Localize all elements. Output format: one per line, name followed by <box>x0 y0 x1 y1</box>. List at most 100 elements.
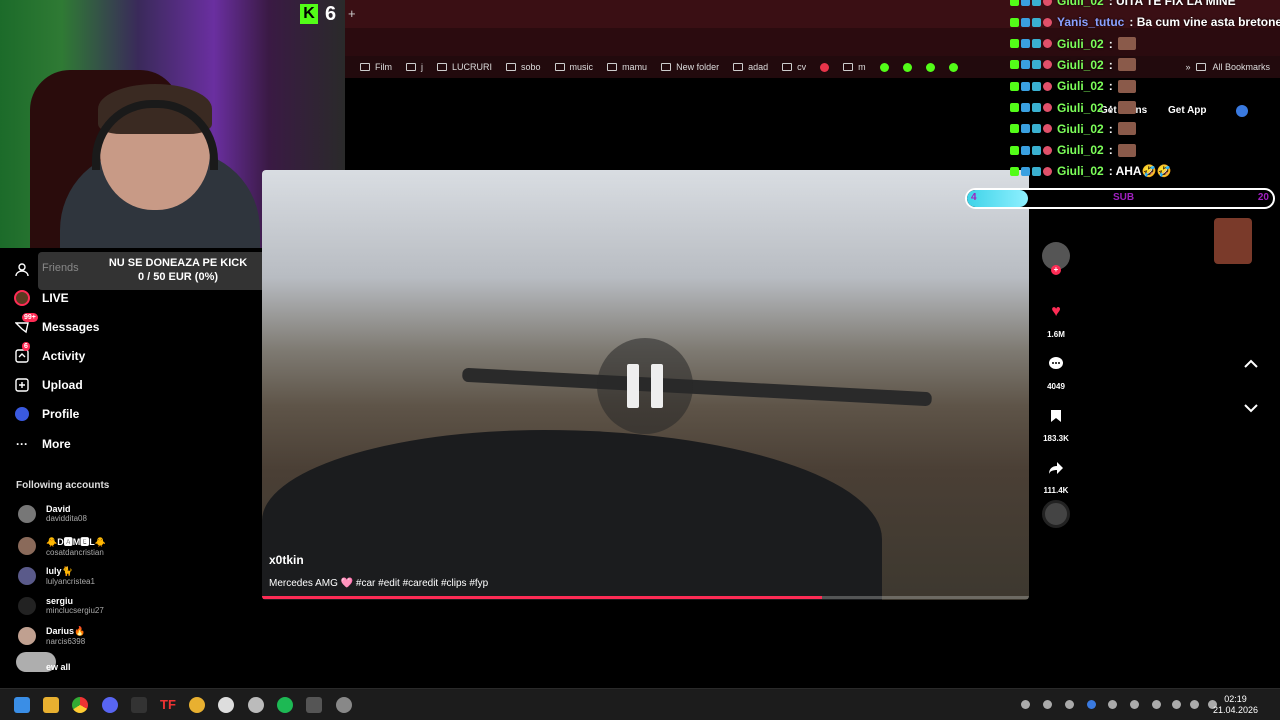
chat-text: : UITA TE FIX LA MINE <box>1108 0 1236 8</box>
new-tab-button[interactable]: + <box>348 6 356 21</box>
chat-badge-icon <box>1043 103 1052 112</box>
see-all-link[interactable]: ew all <box>46 662 71 672</box>
video-player[interactable]: x0tkin Mercedes AMG 🩷 #car #edit #caredi… <box>262 170 1029 600</box>
chat-message: Giuli_02: <box>1010 101 1136 115</box>
user-avatar[interactable] <box>1236 105 1248 117</box>
chat-message: Giuli_02: AHA🤣🤣 <box>1010 164 1171 178</box>
bookmark-film[interactable]: Film <box>353 62 399 72</box>
sound-disc-button[interactable] <box>1040 500 1072 528</box>
sidebar-item-friends[interactable] <box>14 260 30 280</box>
car-body <box>262 430 882 600</box>
bookmark-m[interactable]: m <box>836 62 873 72</box>
sidebar-item-live[interactable]: LIVE <box>14 288 69 308</box>
all-bookmarks-button[interactable]: » All Bookmarks <box>1185 62 1270 72</box>
app-icon[interactable] <box>248 697 264 713</box>
following-account[interactable]: luly🐈 lulyancristea1 <box>18 566 95 586</box>
folder-icon <box>360 63 370 71</box>
comment-icon <box>1042 350 1070 378</box>
file-explorer-icon[interactable] <box>43 697 59 713</box>
tray-icon[interactable] <box>1108 700 1117 709</box>
chat-text: : <box>1108 100 1113 115</box>
chrome-icon[interactable] <box>72 697 88 713</box>
discord-icon[interactable] <box>102 697 118 713</box>
chat-badge-icon <box>1010 145 1019 155</box>
save-button[interactable]: 183.3K <box>1040 402 1072 443</box>
get-app-button[interactable]: Get App <box>1168 105 1207 116</box>
microphone-icon[interactable] <box>1172 700 1181 709</box>
tray-chevron-icon[interactable] <box>1021 700 1030 709</box>
music-disc-icon <box>1042 500 1070 528</box>
app-icon[interactable] <box>336 697 352 713</box>
sidebar-item-friends-label: Friends <box>42 262 79 274</box>
bookmark-music[interactable]: music <box>548 62 601 72</box>
chat-badge-icon <box>1043 17 1052 27</box>
bookmark-kick-1[interactable] <box>873 62 896 72</box>
chevron-up-icon[interactable] <box>1244 356 1258 372</box>
chat-badge-icon <box>1032 60 1041 70</box>
chat-badge-icon <box>1021 124 1030 134</box>
sidebar-item-profile[interactable]: Profile <box>14 404 79 424</box>
taskbar-clock[interactable]: 02:19 21.04.2026 <box>1213 694 1258 716</box>
kick-favicon-icon <box>879 62 889 72</box>
chat-badge-icon <box>1021 0 1030 6</box>
sidebar-item-upload[interactable]: Upload <box>14 375 83 395</box>
chat-badge-icon <box>1021 103 1030 112</box>
bookmark-cv[interactable]: cv <box>775 62 813 72</box>
like-button[interactable]: ♥ 1.6M <box>1040 298 1072 339</box>
bookmark-kick-2[interactable] <box>896 62 919 72</box>
chat-badge-icon <box>1010 124 1019 134</box>
sidebar-item-activity[interactable]: 6 Activity <box>14 342 85 366</box>
chevron-down-icon[interactable] <box>1244 400 1258 416</box>
pause-icon <box>627 364 639 408</box>
chat-badge-icon <box>1043 60 1052 70</box>
sidebar-item-more[interactable]: ··· More <box>14 434 71 454</box>
network-icon[interactable] <box>1190 700 1199 709</box>
tray-icon[interactable] <box>1152 700 1161 709</box>
tray-icon[interactable] <box>1043 700 1052 709</box>
bookmark-j[interactable]: j <box>399 62 430 72</box>
avatar <box>18 504 36 523</box>
tray-icon[interactable] <box>1130 700 1139 709</box>
chat-message: Giuli_02: UITA TE FIX LA MINE <box>1010 0 1236 8</box>
share-button[interactable]: 111.4K <box>1040 454 1072 495</box>
kick-favicon-icon <box>902 62 912 72</box>
app-icon[interactable] <box>306 697 322 713</box>
chat-badge-icon <box>1010 81 1019 91</box>
google-icon[interactable] <box>218 697 234 713</box>
bookmark-sobo[interactable]: sobo <box>499 62 548 72</box>
chat-text: : Ba cum vine asta bretonel cu c <box>1129 15 1280 30</box>
following-account[interactable]: sergiu minclucsergiu27 <box>18 596 104 615</box>
chat-badge-icon <box>1043 39 1052 49</box>
creator-avatar-button[interactable]: + <box>1040 242 1072 275</box>
following-account[interactable]: Darius🔥 narcis6398 <box>18 626 85 646</box>
chat-badge-icon <box>1032 103 1041 112</box>
chat-badge-icon <box>1021 145 1030 155</box>
follow-plus-icon[interactable]: + <box>1051 265 1061 275</box>
chat-emote <box>1117 37 1136 51</box>
bookmark-kick-3[interactable] <box>919 62 942 72</box>
pause-button[interactable] <box>597 338 693 434</box>
chat-badge-icon <box>1043 145 1052 155</box>
bookmark-mamu[interactable]: mamu <box>600 62 654 72</box>
bookmark-adad[interactable]: adad <box>726 62 775 72</box>
bluetooth-icon[interactable] <box>1087 700 1096 709</box>
bookmark-new-folder[interactable]: New folder <box>654 62 726 72</box>
spotify-icon[interactable] <box>277 697 293 713</box>
start-menu-icon[interactable] <box>14 697 30 713</box>
tray-icon[interactable] <box>1065 700 1074 709</box>
sidebar-item-messages[interactable]: 99+ Messages <box>14 313 99 337</box>
emote-image <box>1214 218 1252 264</box>
folder-icon <box>607 63 618 71</box>
chat-username: Giuli_02 <box>1057 36 1104 51</box>
comment-button[interactable]: 4049 <box>1040 350 1072 391</box>
bookmark-kick-4[interactable] <box>942 62 965 72</box>
bookmark-favicon[interactable] <box>813 62 836 72</box>
video-author[interactable]: x0tkin <box>269 553 304 567</box>
following-account[interactable]: 🐥D🅰M🅴L🐥 cosatdancristian <box>18 535 106 557</box>
bookmark-lucruri[interactable]: LUCRURI <box>430 62 499 72</box>
coin-app-icon[interactable] <box>189 697 205 713</box>
chat-badge-icon <box>1043 81 1052 91</box>
tf-app-icon[interactable]: TF <box>160 697 176 713</box>
app-icon[interactable] <box>131 697 147 713</box>
following-account[interactable]: David daviddita08 <box>18 504 87 523</box>
